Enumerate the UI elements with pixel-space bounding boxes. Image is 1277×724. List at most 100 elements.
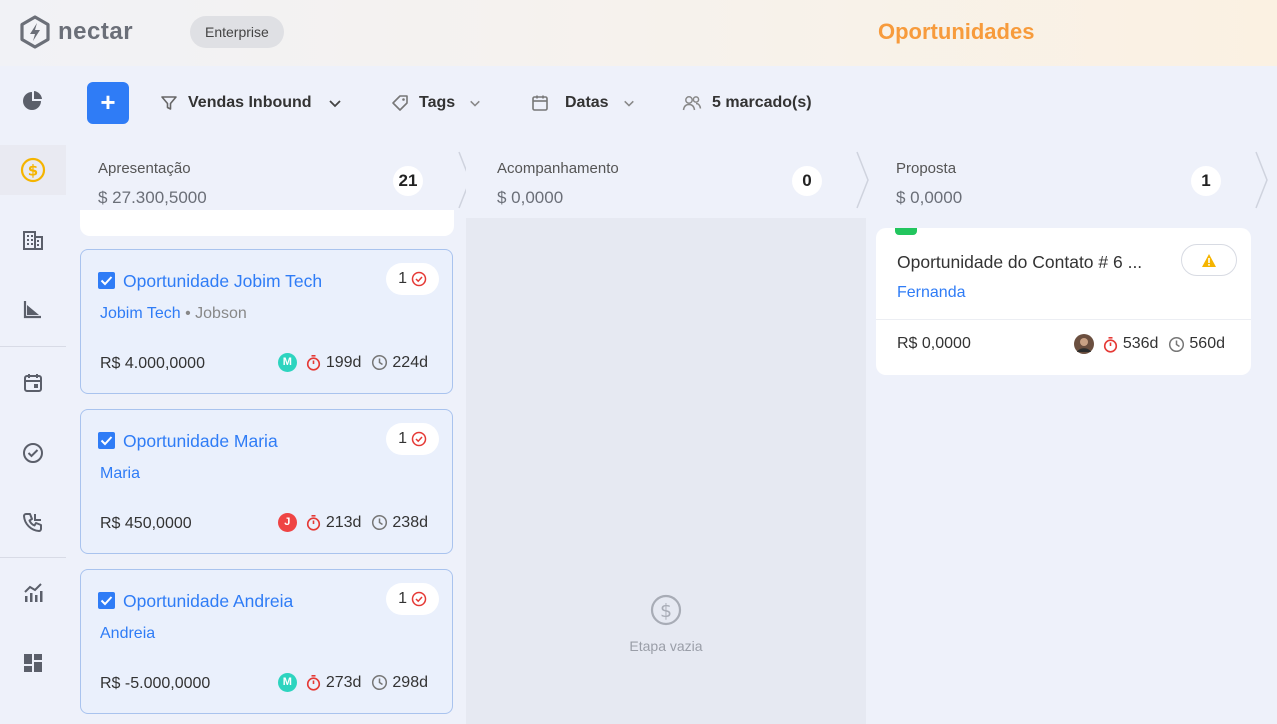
card-title[interactable]: Oportunidade Andreia bbox=[123, 591, 293, 612]
company-link[interactable]: Andreia bbox=[100, 625, 155, 642]
company-link[interactable]: Jobim Tech bbox=[100, 305, 181, 322]
card-checkbox[interactable] bbox=[98, 272, 115, 289]
dollar-circle-icon: $ bbox=[650, 594, 682, 626]
clock-icon bbox=[372, 674, 388, 691]
owner-avatar[interactable]: M bbox=[277, 353, 297, 372]
pipeline-column: Acompanhamento $ 0,0000 0 $ Etapa vazia bbox=[466, 140, 869, 724]
sidebar-item-companies[interactable] bbox=[0, 215, 66, 265]
pipeline-column: Apresentação $ 27.300,5000 21 Oportunida… bbox=[66, 140, 471, 724]
warning-badge[interactable] bbox=[1181, 244, 1237, 276]
stage-time: 199d bbox=[325, 353, 362, 371]
calendar-icon bbox=[24, 374, 42, 392]
stopwatch-icon bbox=[306, 674, 320, 691]
card-subtitle: Jobim Tech • Jobson bbox=[100, 305, 247, 323]
stopwatch-icon bbox=[306, 354, 320, 371]
owner-avatar-photo[interactable] bbox=[1073, 334, 1094, 354]
task-count: 1 bbox=[398, 590, 407, 607]
owner-avatar[interactable]: J bbox=[277, 513, 297, 532]
card-amount: R$ -5.000,0000 bbox=[100, 675, 211, 692]
sidebar-item-opportunities[interactable]: $ bbox=[0, 145, 66, 195]
column-count: 0 bbox=[792, 166, 822, 196]
dollar-circle-icon: $ bbox=[20, 157, 46, 183]
calendar-icon bbox=[532, 95, 548, 111]
plan-badge: Enterprise bbox=[190, 16, 284, 48]
pie-chart-icon bbox=[23, 91, 42, 110]
check-circle-icon bbox=[23, 443, 43, 463]
column-count: 21 bbox=[393, 166, 423, 196]
stage-time: 273d bbox=[325, 673, 362, 691]
column-name: Apresentação bbox=[98, 160, 191, 177]
stopwatch-icon bbox=[1103, 336, 1117, 353]
card-amount: R$ 4.000,0000 bbox=[100, 355, 205, 372]
task-count-badge[interactable]: 1 bbox=[386, 583, 439, 615]
add-opportunity-button[interactable]: + bbox=[87, 82, 129, 124]
task-count: 1 bbox=[398, 270, 407, 287]
sidebar-item-calls[interactable] bbox=[0, 497, 66, 547]
card-subtitle: Maria bbox=[100, 465, 140, 483]
selected-users-filter[interactable]: 5 marcado(s) bbox=[682, 90, 812, 116]
opportunity-card[interactable]: Oportunidade Andreia 1 Andreia R$ -5.000… bbox=[80, 569, 453, 714]
analytics-icon bbox=[24, 583, 43, 602]
opportunity-card[interactable]: Oportunidade Maria 1 Maria R$ 450,0000 J… bbox=[80, 409, 453, 554]
funnel-chart-icon bbox=[23, 301, 41, 319]
task-count-badge[interactable]: 1 bbox=[386, 423, 439, 455]
logo-text: nectar bbox=[58, 18, 134, 45]
card-title[interactable]: Oportunidade Jobim Tech bbox=[123, 271, 322, 292]
column-count: 1 bbox=[1191, 166, 1221, 196]
column-total: $ 0,0000 bbox=[497, 188, 564, 207]
clock-icon bbox=[372, 354, 388, 371]
card-status-tag bbox=[895, 228, 917, 235]
separator-dot: • bbox=[185, 305, 196, 322]
task-check-icon bbox=[411, 271, 427, 287]
users-icon bbox=[682, 96, 702, 111]
nectar-logo-icon bbox=[20, 15, 50, 49]
card-checkbox[interactable] bbox=[98, 432, 115, 449]
column-header: Acompanhamento $ 0,0000 0 bbox=[466, 140, 869, 218]
stage-separator-chevron bbox=[1255, 151, 1268, 209]
total-age: 298d bbox=[392, 673, 428, 691]
card-title[interactable]: Oportunidade do Contato # 6 ... bbox=[897, 252, 1142, 273]
card-amount: R$ 0,0000 bbox=[897, 335, 971, 352]
pipeline-filter-dropdown[interactable]: Vendas Inbound bbox=[160, 90, 342, 116]
dates-filter-dropdown[interactable]: Datas bbox=[531, 90, 635, 116]
contact-link[interactable]: Fernanda bbox=[897, 284, 966, 302]
sidebar-item-funnel[interactable] bbox=[0, 284, 66, 334]
task-count-badge[interactable]: 1 bbox=[386, 263, 439, 295]
stage-time: 536d bbox=[1122, 335, 1159, 352]
sidebar-item-calendar[interactable] bbox=[0, 358, 66, 408]
empty-stage-text: Etapa vazia bbox=[629, 638, 703, 654]
card-checkbox[interactable] bbox=[98, 592, 115, 609]
check-icon bbox=[100, 276, 113, 286]
tags-filter-dropdown[interactable]: Tags bbox=[391, 90, 481, 116]
owner-avatar[interactable]: M bbox=[277, 673, 297, 692]
sidebar-item-reports[interactable] bbox=[0, 568, 66, 618]
card-subtitle: Andreia bbox=[100, 625, 155, 643]
card-metrics: 536d 560d bbox=[1073, 334, 1225, 354]
tags-filter-label: Tags bbox=[419, 94, 456, 111]
company-link[interactable]: Maria bbox=[100, 465, 140, 482]
column-total: $ 27.300,5000 bbox=[98, 188, 207, 207]
column-name: Proposta bbox=[896, 160, 957, 177]
page-title: Oportunidades bbox=[878, 19, 1035, 44]
card-divider bbox=[876, 319, 1251, 320]
apps-icon bbox=[24, 654, 42, 672]
sidebar-item-dashboard[interactable] bbox=[0, 76, 66, 126]
phone-icon bbox=[23, 513, 42, 532]
card-metrics: J 213d 238d bbox=[277, 513, 428, 532]
opportunity-card[interactable]: Oportunidade Jobim Tech 1 Jobim Tech • J… bbox=[80, 249, 453, 394]
check-icon bbox=[100, 436, 113, 446]
chevron-down-icon bbox=[623, 100, 634, 107]
building-icon bbox=[23, 231, 43, 250]
card-previous-partial[interactable] bbox=[80, 210, 454, 236]
selected-users-label: 5 marcado(s) bbox=[712, 94, 812, 111]
column-header: Proposta $ 0,0000 1 bbox=[866, 140, 1277, 218]
logo[interactable]: nectar bbox=[18, 15, 133, 49]
opportunity-card[interactable]: Oportunidade do Contato # 6 ... Fernanda… bbox=[876, 228, 1251, 375]
card-title[interactable]: Oportunidade Maria bbox=[123, 431, 278, 452]
pipeline-filter-label: Vendas Inbound bbox=[188, 94, 312, 111]
sidebar-item-apps[interactable] bbox=[0, 638, 66, 688]
sidebar-item-tasks[interactable] bbox=[0, 428, 66, 478]
card-amount: R$ 450,0000 bbox=[100, 515, 192, 532]
filter-icon bbox=[161, 96, 177, 110]
svg-text:$: $ bbox=[28, 162, 38, 180]
